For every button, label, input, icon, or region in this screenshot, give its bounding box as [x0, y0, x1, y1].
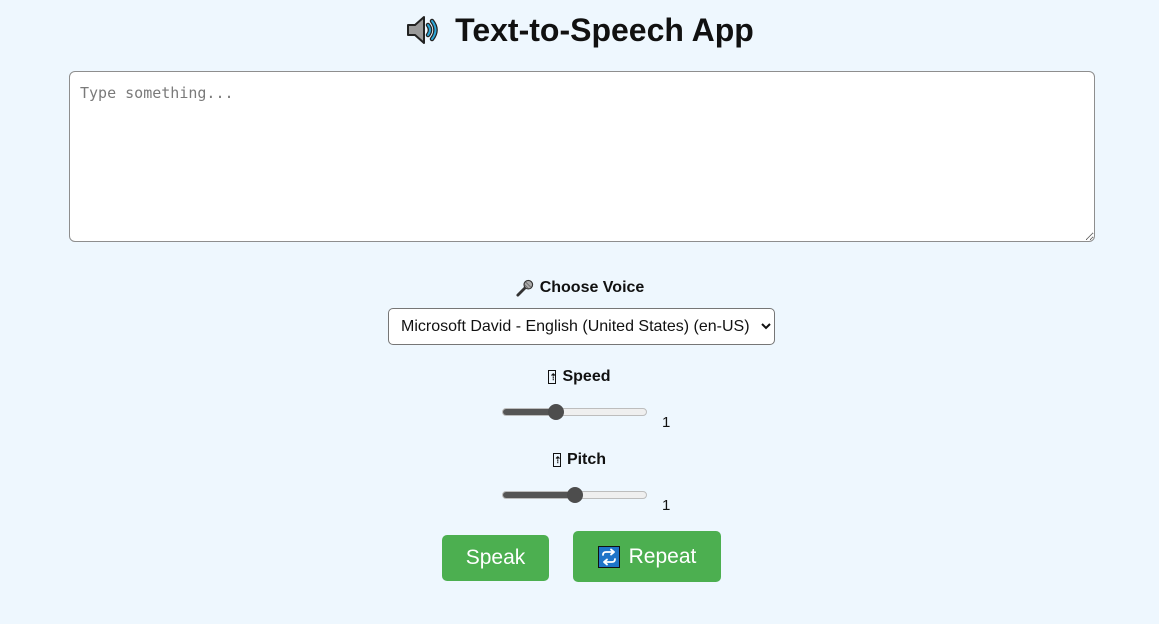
repeat-button[interactable]: Repeat: [573, 531, 721, 582]
slider-icon: ⇡: [548, 370, 558, 384]
speed-slider[interactable]: [502, 402, 647, 422]
pitch-slider[interactable]: [502, 485, 647, 505]
speed-value: 1: [662, 414, 671, 431]
voice-label: Choose Voice: [0, 278, 1159, 298]
speed-slider-track[interactable]: [502, 408, 647, 416]
page-header: Text-to-Speech App: [0, 10, 1159, 50]
voice-label-text: Choose Voice: [539, 279, 645, 296]
microphone-icon: [516, 279, 533, 297]
pitch-value: 1: [662, 497, 671, 514]
repeat-icon: [597, 545, 620, 568]
pitch-label: ⇡ Pitch: [0, 450, 1159, 470]
text-input[interactable]: [69, 71, 1095, 242]
page-title: Text-to-Speech App: [455, 11, 754, 48]
pitch-slider-thumb[interactable]: [567, 487, 583, 503]
slider-icon: ⇡: [552, 453, 562, 467]
repeat-button-label: Repeat: [628, 544, 697, 568]
speed-label: ⇡ Speed: [0, 367, 1159, 387]
speed-label-text: Speed: [562, 368, 611, 385]
pitch-label-text: Pitch: [566, 451, 607, 468]
pitch-slider-fill: [503, 492, 576, 498]
speaker-icon: [407, 16, 438, 44]
speed-slider-thumb[interactable]: [548, 404, 564, 420]
voice-select[interactable]: Microsoft David - English (United States…: [388, 308, 775, 345]
speak-button-label: Speak: [465, 546, 526, 569]
speak-button[interactable]: Speak: [442, 535, 549, 581]
